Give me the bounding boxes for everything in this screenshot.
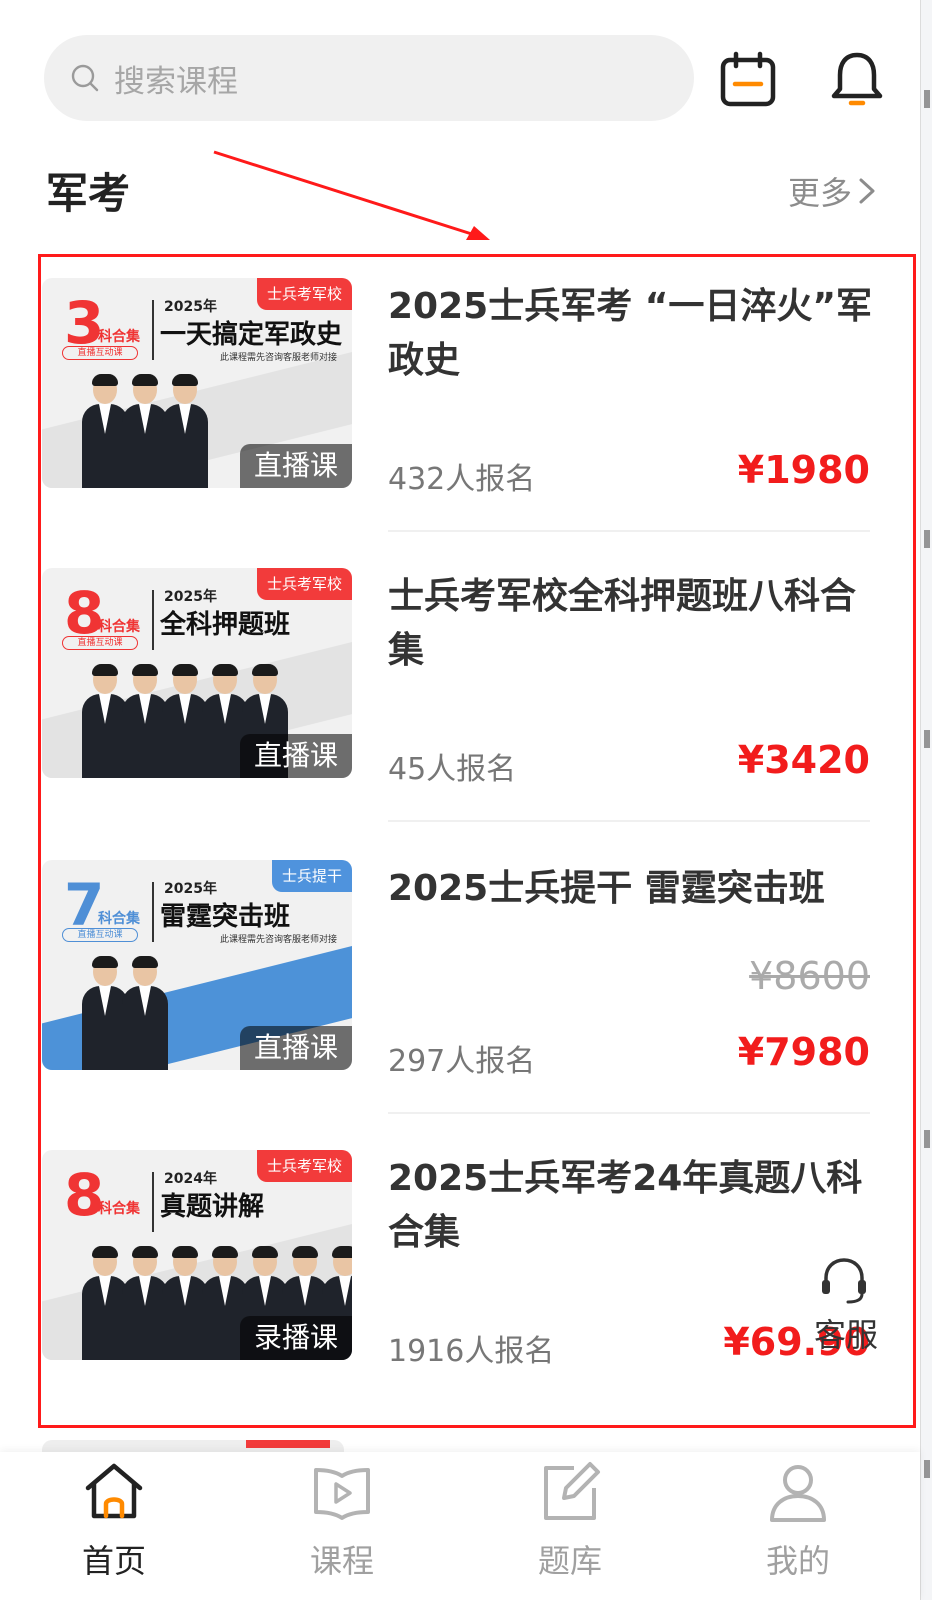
- search-icon: [71, 64, 99, 92]
- course-type-badge: 直播课: [239, 1026, 352, 1070]
- tab-home[interactable]: 首页: [54, 1452, 174, 1600]
- tab-courses-label: 课程: [309, 1542, 374, 1580]
- course-item[interactable]: 士兵提干 7 科合集 直播互动课 2025年 雷霆突击班 此课程需先咨询客服老师…: [0, 860, 932, 1156]
- section-title: 军考: [46, 169, 131, 218]
- row-divider: [388, 530, 870, 532]
- thumb-tag: 士兵考军校: [256, 278, 352, 310]
- search-bar[interactable]: 搜索课程: [44, 35, 694, 121]
- thumb-live-pill: 直播互动课: [62, 928, 138, 942]
- tab-courses[interactable]: 课程: [282, 1452, 402, 1600]
- lecturer-figure: [162, 374, 208, 488]
- calendar-icon[interactable]: [718, 50, 778, 110]
- bottom-tab-bar: 首页 课程 题库 我的: [0, 1452, 920, 1600]
- tab-mine-label: 我的: [765, 1542, 830, 1580]
- service-label: 客服: [814, 1316, 879, 1354]
- thumb-headline: 雷霆突击班: [160, 902, 291, 932]
- thumb-year: 2025年: [164, 299, 217, 315]
- customer-service-button[interactable]: 客服: [792, 1248, 896, 1388]
- thumb-tag: 士兵考军校: [256, 1150, 352, 1182]
- more-label: 更多: [788, 174, 853, 212]
- thumb-subline: 此课程需先咨询客服老师对接: [220, 935, 338, 945]
- row-divider: [388, 820, 870, 822]
- lecturer-group: [82, 950, 168, 1070]
- thumb-headline: 全科押题班: [160, 610, 291, 640]
- thumb-subject-label: 科合集: [98, 911, 140, 927]
- bell-icon[interactable]: [827, 49, 887, 109]
- more-link[interactable]: 更多: [788, 168, 878, 214]
- chevron-right-icon: [859, 178, 875, 204]
- tab-home-label: 首页: [81, 1542, 146, 1580]
- course-title[interactable]: 2025士兵军考24年真题八科合集: [388, 1152, 878, 1260]
- tab-question-bank[interactable]: 题库: [510, 1452, 630, 1600]
- enroll-count: 432人报名: [388, 462, 536, 497]
- course-item[interactable]: 士兵考军校 8 科合集 直播互动课 2025年 全科押题班 直播课 士兵考军校全…: [0, 568, 932, 864]
- course-thumbnail: 士兵考军校 8 科合集 2024年 真题讲解 录播课: [42, 1150, 352, 1360]
- course-price: ¥1980: [737, 448, 870, 492]
- thumb-tag: 士兵提干: [271, 860, 352, 892]
- thumb-year: 2025年: [164, 881, 217, 897]
- row-divider: [388, 1112, 870, 1114]
- play-icon: [314, 1468, 370, 1520]
- course-thumbnail: 士兵提干 7 科合集 直播互动课 2025年 雷霆突击班 此课程需先咨询客服老师…: [42, 860, 352, 1070]
- thumb-headline: 真题讲解: [160, 1192, 265, 1222]
- course-title[interactable]: 士兵考军校全科押题班八科合集: [388, 570, 878, 678]
- course-title[interactable]: 2025士兵军考 “一日淬火”军政史: [388, 280, 878, 388]
- thumb-subline: 此课程需先咨询客服老师对接: [220, 353, 338, 363]
- course-title[interactable]: 2025士兵提干 雷霆突击班: [388, 862, 878, 916]
- lecturer-figure: [122, 956, 168, 1070]
- enroll-count: 297人报名: [388, 1044, 536, 1079]
- course-item[interactable]: 士兵考军校 3 科合集 直播互动课 2025年 一天搞定军政史 此课程需先咨询客…: [0, 278, 932, 574]
- original-price: ¥8600: [749, 954, 870, 998]
- enroll-count: 45人报名: [388, 752, 517, 787]
- thumb-subject-label: 科合集: [98, 329, 140, 345]
- course-price: ¥3420: [737, 738, 870, 782]
- course-thumbnail: 士兵考军校 3 科合集 直播互动课 2025年 一天搞定军政史 此课程需先咨询客…: [42, 278, 352, 488]
- thumb-live-pill: 直播互动课: [62, 346, 138, 360]
- home-icon: [85, 1463, 143, 1519]
- headset-icon: [822, 1258, 866, 1304]
- search-placeholder: 搜索课程: [114, 63, 238, 100]
- thumb-tag: 士兵考军校: [256, 568, 352, 600]
- thumb-year: 2025年: [164, 589, 217, 605]
- enroll-count: 1916人报名: [388, 1334, 555, 1369]
- thumb-subject-label: 科合集: [98, 619, 140, 635]
- tab-mine[interactable]: 我的: [738, 1452, 858, 1600]
- edit-icon: [544, 1462, 600, 1520]
- course-price: ¥7980: [737, 1030, 870, 1074]
- lecturer-group: [82, 368, 208, 488]
- course-type-badge: 录播课: [239, 1316, 352, 1360]
- app-screen: 搜索课程 军考 更多 士兵考军校 3 科合集 直播互动课 2025年 一天搞定军…: [0, 0, 932, 1600]
- tab-question-bank-label: 题库: [537, 1542, 602, 1580]
- next-course-peek: [42, 1440, 344, 1452]
- course-type-badge: 直播课: [239, 444, 352, 488]
- thumb-headline: 一天搞定军政史: [160, 320, 343, 350]
- thumb-live-pill: 直播互动课: [62, 636, 138, 650]
- thumb-subject-label: 科合集: [98, 1201, 140, 1217]
- course-type-badge: 直播课: [239, 734, 352, 778]
- course-thumbnail: 士兵考军校 8 科合集 直播互动课 2025年 全科押题班 直播课: [42, 568, 352, 778]
- thumb-year: 2024年: [164, 1171, 217, 1187]
- user-icon: [770, 1465, 826, 1522]
